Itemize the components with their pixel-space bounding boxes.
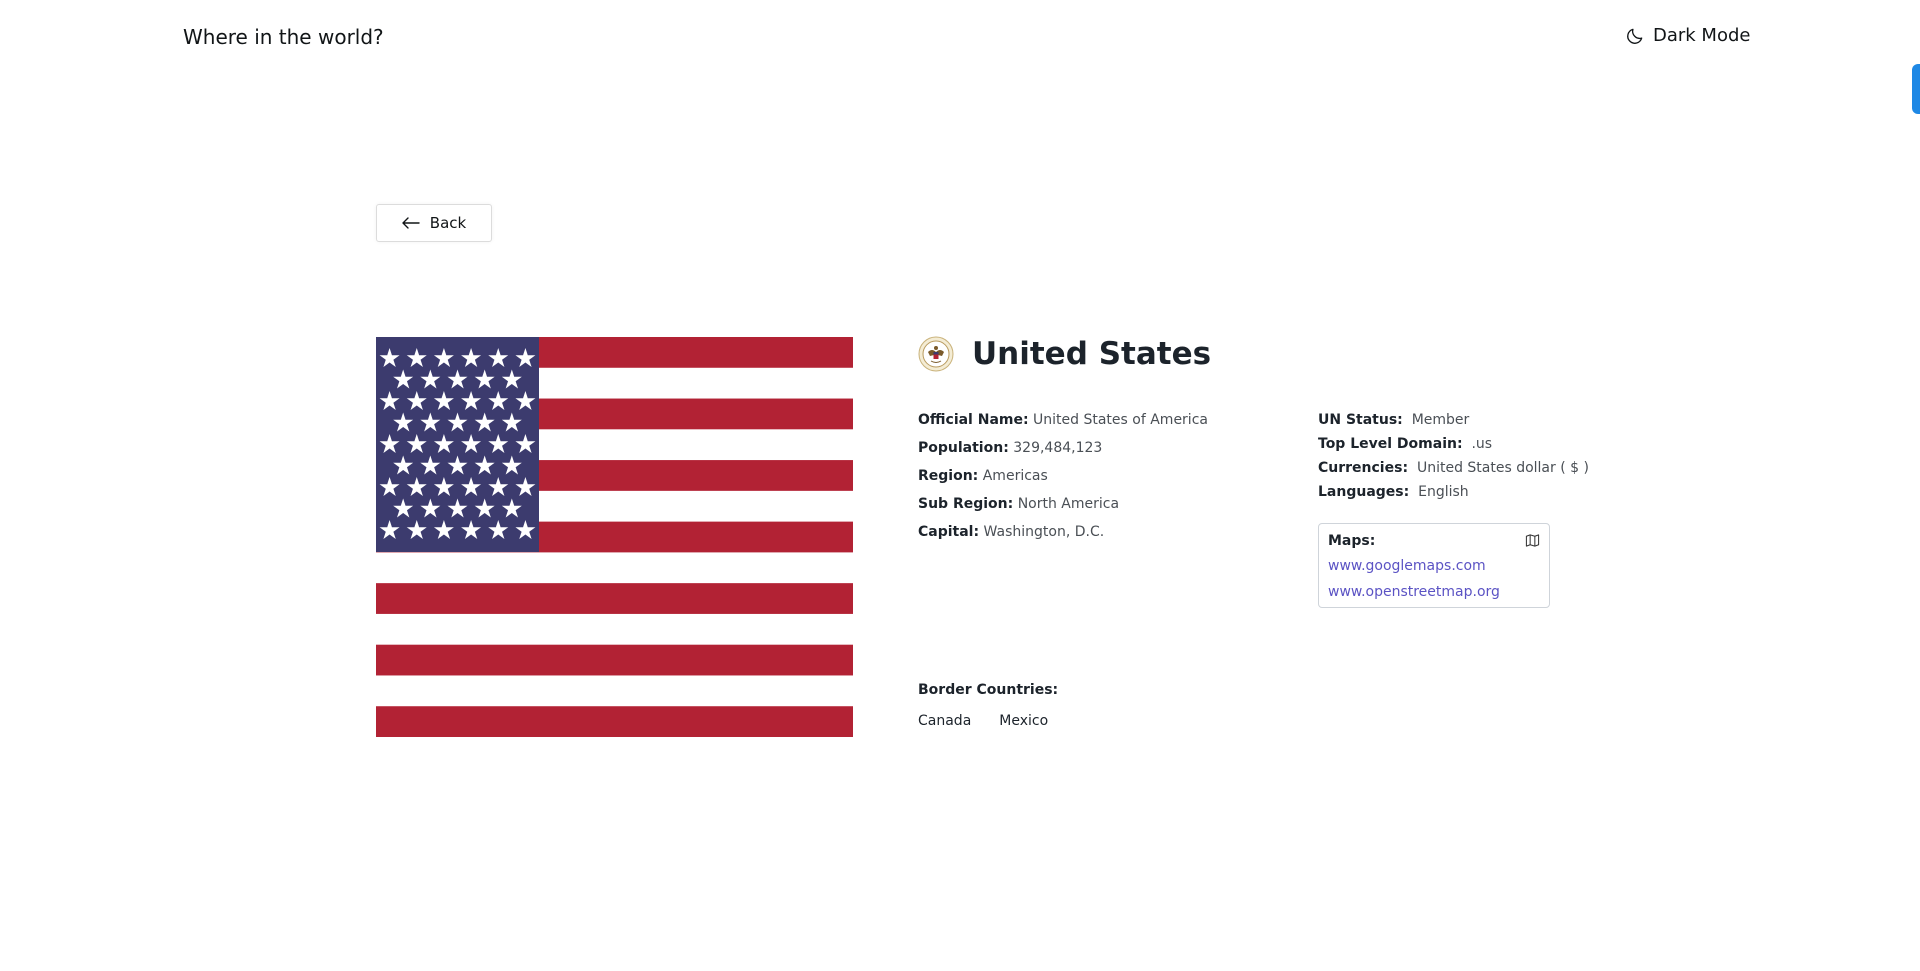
detail-value: North America	[1017, 496, 1120, 512]
detail-value: Member	[1411, 412, 1470, 428]
maps-title: Maps:	[1328, 533, 1376, 549]
detail-label: Capital:	[918, 524, 980, 540]
map-icon	[1525, 534, 1540, 547]
border-countries-list: Canada Mexico	[918, 713, 1048, 729]
detail-label: Top Level Domain:	[1318, 436, 1463, 452]
detail-label: Population:	[918, 440, 1009, 456]
detail-currencies: Currencies: United States dollar ( $ )	[1318, 459, 1589, 477]
detail-value: English	[1418, 484, 1469, 500]
detail-label: UN Status:	[1318, 412, 1403, 428]
detail-value: 329,484,123	[1013, 440, 1103, 456]
detail-value: .us	[1471, 436, 1493, 452]
border-country-button[interactable]: Mexico	[999, 713, 1048, 729]
detail-label: Languages:	[1318, 484, 1410, 500]
back-label: Back	[429, 214, 467, 232]
detail-label: Sub Region:	[918, 496, 1014, 512]
country-flag	[376, 337, 853, 737]
dark-mode-label: Dark Mode	[1653, 25, 1751, 46]
header: Where in the world? Dark Mode	[0, 0, 1920, 76]
detail-label: Official Name:	[918, 412, 1029, 428]
detail-value: United States dollar ( $ )	[1416, 460, 1589, 476]
flag-stripe	[376, 706, 853, 737]
detail-region: Region: Americas	[918, 467, 1208, 485]
country-name: United States	[972, 336, 1212, 372]
moon-icon	[1627, 28, 1643, 44]
border-countries-title: Border Countries:	[918, 682, 1059, 698]
details-right: UN Status: Member Top Level Domain: .us …	[1318, 411, 1589, 507]
back-button[interactable]: Back	[376, 204, 492, 242]
detail-value: Washington, D.C.	[983, 524, 1105, 540]
detail-sub-region: Sub Region: North America	[918, 495, 1208, 513]
maps-card: Maps: www.googlemaps.com www.openstreetm…	[1318, 523, 1550, 608]
detail-label: Currencies:	[1318, 460, 1409, 476]
openstreetmap-link[interactable]: www.openstreetmap.org	[1328, 583, 1540, 601]
detail-languages: Languages: English	[1318, 483, 1589, 501]
detail-value: United States of America	[1033, 412, 1208, 428]
detail-official-name: Official Name: United States of America	[918, 411, 1208, 429]
brand-title[interactable]: Where in the world?	[183, 25, 384, 49]
border-country-button[interactable]: Canada	[918, 713, 971, 729]
dark-mode-toggle[interactable]: Dark Mode	[1625, 25, 1750, 46]
side-scroll-tab[interactable]	[1912, 64, 1920, 114]
google-maps-link[interactable]: www.googlemaps.com	[1328, 557, 1540, 575]
detail-label: Region:	[918, 468, 979, 484]
detail-tld: Top Level Domain: .us	[1318, 435, 1589, 453]
seal-icon	[918, 336, 954, 372]
country-title-row: United States	[918, 336, 1211, 372]
detail-population: Population: 329,484,123	[918, 439, 1208, 457]
detail-capital: Capital: Washington, D.C.	[918, 523, 1208, 541]
detail-value: Americas	[982, 468, 1048, 484]
arrow-left-icon	[402, 217, 420, 229]
flag-stripe	[376, 583, 853, 614]
detail-un-status: UN Status: Member	[1318, 411, 1589, 429]
details-left: Official Name: United States of America …	[918, 411, 1208, 551]
flag-stripe	[376, 644, 853, 676]
